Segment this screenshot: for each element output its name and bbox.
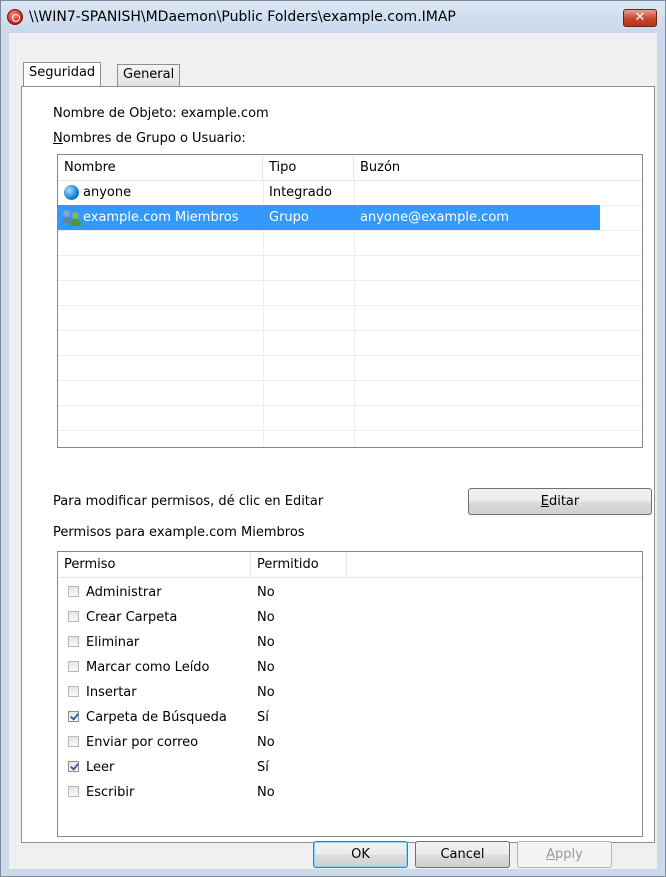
mdaemon-app-icon <box>7 9 23 25</box>
column-header-nombre[interactable]: Nombre <box>58 155 263 180</box>
permission-allowed: Sí <box>257 760 269 775</box>
permission-checkbox[interactable] <box>68 761 79 772</box>
principal-name: anyone <box>83 185 132 200</box>
object-name-caption: Nombre de Objeto: <box>53 106 177 121</box>
grid-line <box>58 330 642 331</box>
groups-label-accelerator: N <box>53 131 63 146</box>
edit-accelerator: E <box>540 494 549 509</box>
grid-line <box>58 280 642 281</box>
tab-seguridad[interactable]: Seguridad <box>23 62 102 86</box>
globe-icon <box>64 185 79 200</box>
apply-button[interactable]: Apply <box>517 841 612 868</box>
close-button[interactable]: ✕ <box>623 9 657 27</box>
edit-button[interactable]: Editar <box>468 488 652 515</box>
permissions-label: Permisos para example.com Miembros <box>53 525 305 540</box>
principal-type: Integrado <box>269 185 332 200</box>
principal-type: Grupo <box>269 210 309 225</box>
permissions-list[interactable]: Permiso Permitido Administrar No Crear C… <box>57 551 643 837</box>
ok-button[interactable]: OK <box>313 841 408 868</box>
security-tab-panel: Nombre de Objeto: example.com Nombres de… <box>21 86 655 843</box>
grid-line <box>58 305 642 306</box>
permission-row-leer[interactable]: Leer Sí <box>58 755 642 780</box>
principal-name: example.com Miembros <box>83 210 239 225</box>
permission-name: Administrar <box>86 585 162 600</box>
permission-row-administrar[interactable]: Administrar No <box>58 580 642 605</box>
column-header-permiso[interactable]: Permiso <box>58 552 251 577</box>
edit-label: ditar <box>548 494 580 509</box>
permission-row-enviar-correo[interactable]: Enviar por correo No <box>58 730 642 755</box>
permissions-list-header: Permiso Permitido <box>58 552 642 578</box>
principal-row-example-miembros[interactable]: example.com Miembros Grupo anyone@exampl… <box>58 205 600 230</box>
permission-allowed: No <box>257 735 275 750</box>
permission-row-crear-carpeta[interactable]: Crear Carpeta No <box>58 605 642 630</box>
permission-checkbox[interactable] <box>68 786 79 797</box>
grid-line <box>58 255 642 256</box>
grid-line <box>58 380 642 381</box>
group-icon <box>62 209 82 226</box>
permission-allowed: No <box>257 585 275 600</box>
permission-allowed: No <box>257 635 275 650</box>
permission-name: Marcar como Leído <box>86 660 210 675</box>
groups-users-label: Nombres de Grupo o Usuario: <box>53 131 246 146</box>
principals-list-header: Nombre Tipo Buzón <box>58 155 642 181</box>
permission-allowed: No <box>257 660 275 675</box>
permission-allowed: Sí <box>257 710 269 725</box>
cancel-button[interactable]: Cancel <box>415 841 510 868</box>
principal-mailbox <box>360 180 640 205</box>
permission-name: Escribir <box>86 785 135 800</box>
permission-checkbox[interactable] <box>68 636 79 647</box>
object-name-label: Nombre de Objeto: example.com <box>53 106 269 121</box>
permission-checkbox[interactable] <box>68 611 79 622</box>
permission-row-eliminar[interactable]: Eliminar No <box>58 630 642 655</box>
permission-checkbox[interactable] <box>68 586 79 597</box>
grid-line <box>58 405 642 406</box>
apply-label: pply <box>555 847 583 862</box>
permission-name: Eliminar <box>86 635 140 650</box>
title-bar[interactable]: \\WIN7-SPANISH\MDaemon\Public Folders\ex… <box>1 1 665 33</box>
permission-allowed: No <box>257 685 275 700</box>
grid-line <box>58 230 642 231</box>
apply-accelerator: A <box>546 847 556 862</box>
permission-row-marcar-leido[interactable]: Marcar como Leído No <box>58 655 642 680</box>
permission-row-carpeta-busqueda[interactable]: Carpeta de Búsqueda Sí <box>58 705 642 730</box>
permission-name: Leer <box>86 760 115 775</box>
permission-allowed: No <box>257 785 275 800</box>
permission-checkbox[interactable] <box>68 661 79 672</box>
permission-checkbox[interactable] <box>68 686 79 697</box>
grid-line <box>58 430 642 431</box>
permission-name: Crear Carpeta <box>86 610 178 625</box>
dialog-window: \\WIN7-SPANISH\MDaemon\Public Folders\ex… <box>0 0 666 877</box>
edit-hint-text: Para modificar permisos, dé clic en Edit… <box>53 494 324 509</box>
grid-line <box>58 355 642 356</box>
permission-row-escribir[interactable]: Escribir No <box>58 780 642 805</box>
dialog-client-area: Seguridad General Nombre de Objeto: exam… <box>9 33 657 869</box>
principal-row-anyone[interactable]: anyone Integrado <box>58 180 642 205</box>
window-title: \\WIN7-SPANISH\MDaemon\Public Folders\ex… <box>29 9 456 25</box>
principal-mailbox: anyone@example.com <box>360 210 509 225</box>
object-name-value: example.com <box>180 106 269 121</box>
permission-name: Insertar <box>86 685 137 700</box>
permission-checkbox[interactable] <box>68 711 79 722</box>
column-header-permitido[interactable]: Permitido <box>251 552 347 577</box>
groups-label-text: ombres de Grupo o Usuario: <box>62 131 246 146</box>
permission-name: Carpeta de Búsqueda <box>86 710 227 725</box>
tab-general[interactable]: General <box>117 64 181 86</box>
column-header-tipo[interactable]: Tipo <box>263 155 354 180</box>
permission-name: Enviar por correo <box>86 735 199 750</box>
principals-list[interactable]: Nombre Tipo Buzón anyone Integrado examp… <box>57 154 643 448</box>
permission-row-insertar[interactable]: Insertar No <box>58 680 642 705</box>
column-header-buzon[interactable]: Buzón <box>354 155 642 180</box>
permission-allowed: No <box>257 610 275 625</box>
permission-checkbox[interactable] <box>68 736 79 747</box>
